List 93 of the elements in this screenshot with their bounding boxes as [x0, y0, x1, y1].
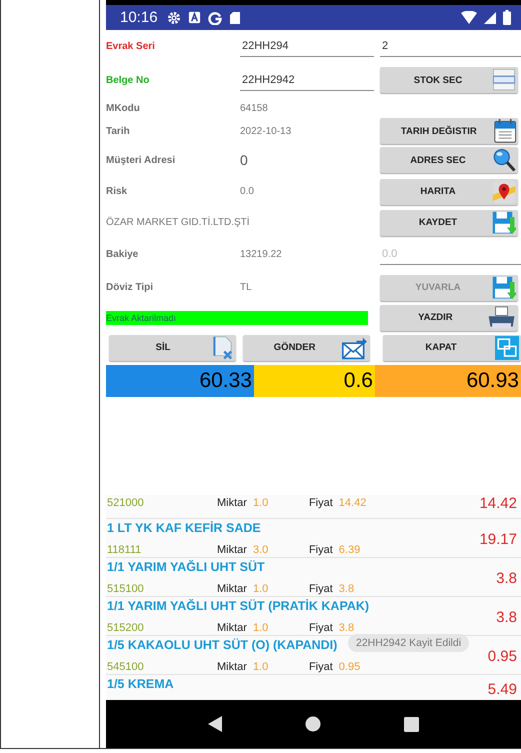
list-item[interactable]: 1 LT YK KAF KEFİR SADE 118111 Miktar 3.0 Fiyat 6.39 19.17 — [106, 519, 521, 558]
sd-card-icon — [228, 10, 241, 24]
list-icon — [492, 68, 516, 92]
recents-icon[interactable] — [404, 716, 420, 732]
product-code: 545100 — [107, 661, 145, 673]
price-label: Fiyat — [308, 622, 333, 634]
product-name: 1/1 YARIM YAĞLI UHT SÜT — [107, 560, 265, 574]
line-total: 3.8 — [496, 569, 518, 589]
input-field[interactable]: 2 — [380, 36, 521, 56]
field-label: Bakiye — [106, 248, 140, 260]
action-button[interactable]: YAZDIR — [380, 304, 518, 330]
field-value: 64158 — [240, 102, 269, 114]
calendar-icon — [494, 119, 516, 143]
back-icon[interactable] — [208, 716, 222, 732]
price-label: Fiyat — [308, 497, 333, 509]
battery-icon — [503, 10, 511, 25]
quantity-label: Miktar — [217, 497, 247, 509]
window-icon — [495, 336, 519, 360]
field-label: Tarih — [106, 126, 131, 136]
total-value: 60.33 — [199, 369, 252, 393]
action-button[interactable]: ADRES SEC — [380, 147, 518, 173]
quantity-value: 1.0 — [252, 622, 270, 634]
status-message: Evrak Aktarilmadı — [106, 310, 368, 324]
signal-icon — [484, 12, 496, 24]
total-value: 60.93 — [466, 369, 519, 393]
price-value: 6.39 — [338, 544, 360, 556]
quantity-label: Miktar — [217, 622, 247, 634]
toast-message: 22HH2942 Kayit Edildi — [348, 634, 470, 652]
quantity-value: 1.0 — [252, 661, 270, 673]
app-notification-icon — [188, 11, 201, 24]
quantity-value: 1.0 — [252, 497, 270, 509]
product-name: 1/5 KREMA — [107, 677, 174, 691]
line-total: 3.8 — [496, 608, 518, 628]
gear-icon — [166, 10, 181, 24]
product-code: 118111 — [107, 544, 142, 556]
action-button[interactable]: KAYDET — [380, 210, 518, 236]
quantity-value: 1.0 — [252, 583, 270, 595]
field-label: MKodu — [106, 102, 141, 114]
line-total: 0.95 — [488, 647, 518, 667]
price-value: 3.8 — [338, 583, 354, 595]
product-code: 515200 — [107, 622, 145, 634]
floppy-disk-icon — [492, 210, 516, 234]
quantity-label: Miktar — [217, 661, 247, 673]
quantity-label: Miktar — [217, 583, 247, 595]
line-total: 19.17 — [479, 530, 518, 550]
product-name: 1 LT YK KAF KEFİR SADE — [107, 521, 261, 535]
line-total: 14.42 — [479, 495, 518, 514]
customer-name: ÖZAR MARKET GID.Tİ.LTD.ŞTİ — [106, 217, 251, 228]
mail-icon — [342, 336, 368, 360]
action-button[interactable]: HARITA — [380, 178, 518, 204]
input-field[interactable]: 22HH294 — [240, 36, 374, 56]
field-label: Döviz Tipi — [106, 282, 154, 293]
search-icon — [492, 148, 516, 172]
list-item[interactable]: 1/5 KREMA 5.49 — [106, 675, 521, 699]
field-label: Belge No — [106, 74, 150, 86]
input-field[interactable]: 22HH2942 — [240, 70, 374, 90]
field-value: 0 — [240, 152, 249, 168]
action-button[interactable]: TARIH DEĞISTIR — [380, 118, 518, 144]
product-name: 1/5 KAKAOLU UHT SÜT (O) (KAPANDI) — [107, 638, 338, 652]
product-name: 1/1 YARIM YAĞLI UHT SÜT (PRATİK KAPAK) — [107, 599, 370, 613]
list-item[interactable]: 1/1 YARIM YAĞLI UHT SÜT 515100 Miktar 1.0 Fiyat 3.8 3.8 — [106, 558, 521, 597]
status-time: 10:16 — [120, 9, 158, 26]
action-button[interactable]: STOK SEC — [380, 67, 518, 93]
field-value: 13219.22 — [240, 248, 283, 260]
price-value: 14.42 — [338, 497, 366, 509]
quantity-value: 3.0 — [252, 544, 270, 556]
floppy-disk-icon — [492, 276, 516, 300]
field-value: 2022-10-13 — [240, 126, 292, 136]
field-label: Risk — [106, 186, 128, 197]
input-field[interactable]: 0.0 — [380, 244, 521, 264]
action-button[interactable]: KAPAT — [383, 334, 521, 360]
price-value: 0.95 — [338, 661, 360, 673]
total-value: 0.6 — [344, 369, 373, 393]
google-icon — [208, 10, 222, 24]
price-label: Fiyat — [308, 583, 333, 595]
price-label: Fiyat — [308, 661, 333, 673]
line-total: 5.49 — [488, 680, 518, 699]
quantity-label: Miktar — [217, 544, 247, 556]
field-label: Evrak Seri — [106, 40, 156, 52]
product-code: 515100 — [107, 583, 145, 595]
product-code: 521000 — [107, 497, 145, 509]
field-value: TL — [240, 282, 253, 293]
field-value: 0.0 — [240, 186, 255, 197]
price-value: 3.8 — [338, 622, 354, 634]
printer-icon — [486, 306, 516, 330]
action-button[interactable]: GÖNDER — [243, 334, 370, 360]
wifi-icon — [461, 11, 477, 24]
home-icon[interactable] — [304, 716, 321, 732]
delete-document-icon — [213, 336, 234, 360]
field-label: Müşteri Adresi — [106, 154, 176, 166]
list-item[interactable]: 521000 Miktar 1.0 Fiyat 14.42 14.42 — [106, 495, 521, 519]
price-label: Fiyat — [308, 544, 333, 556]
action-button[interactable]: SİL — [109, 334, 236, 360]
